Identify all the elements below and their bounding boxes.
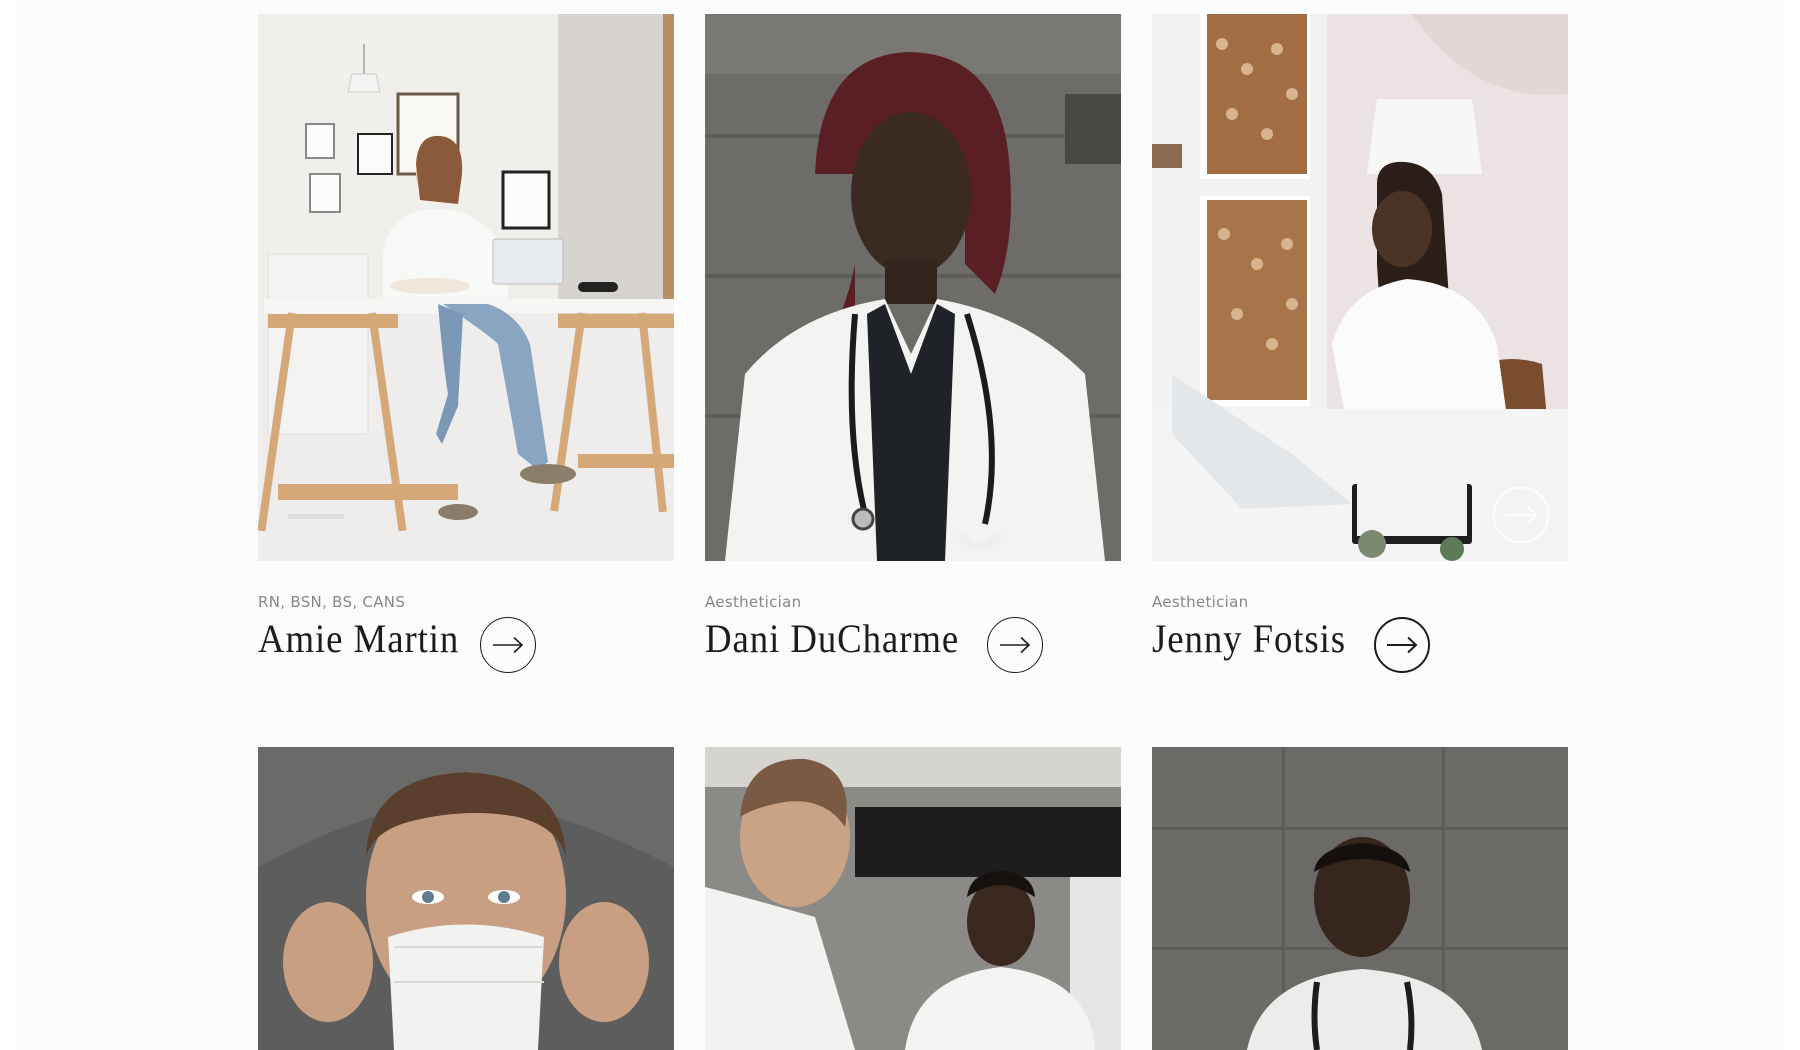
credential-label: Aesthetician [705,593,802,611]
view-profile-button[interactable] [480,617,536,673]
team-card-row2-3 [1152,747,1568,1050]
woman-at-desk-on-phone-photo[interactable] [258,14,674,561]
doctor-with-stethoscope-portrait-photo[interactable] [705,14,1121,561]
team-card-dani-ducharme: Aesthetician Dani DuCharme [705,14,1121,683]
doctor-portrait-concrete-wall-photo[interactable] [1152,747,1568,1050]
team-member-name[interactable]: Jenny Fotsis [1152,615,1346,663]
credential-label: Aesthetician [1152,593,1249,611]
team-card-amie-martin: RN, BSN, BS, CANS Amie Martin [258,14,674,683]
two-doctors-in-consultation-photo[interactable] [705,747,1121,1050]
team-card-row2-1 [258,747,674,1050]
arrow-right-icon [1387,636,1418,654]
arrow-right-icon [1000,636,1031,654]
team-member-name[interactable]: Dani DuCharme [705,615,959,663]
woman-typing-on-laptop-photo[interactable] [1152,14,1568,561]
team-page: RN, BSN, BS, CANS Amie Martin Aesthetici… [15,0,1785,1050]
credential-label: RN, BSN, BS, CANS [258,593,406,611]
team-card-meta: Aesthetician Jenny Fotsis [1152,593,1568,683]
view-profile-button[interactable] [987,617,1043,673]
team-card-row2-2 [705,747,1121,1050]
man-putting-on-face-mask-photo[interactable] [258,747,674,1050]
team-card-meta: Aesthetician Dani DuCharme [705,593,1121,683]
arrow-right-icon[interactable] [1492,486,1550,544]
team-member-name[interactable]: Amie Martin [258,615,459,663]
arrow-right-icon [493,636,524,654]
team-card-jenny-fotsis: Aesthetician Jenny Fotsis [1152,14,1568,683]
team-card-meta: RN, BSN, BS, CANS Amie Martin [258,593,674,683]
view-profile-button[interactable] [1374,617,1430,673]
